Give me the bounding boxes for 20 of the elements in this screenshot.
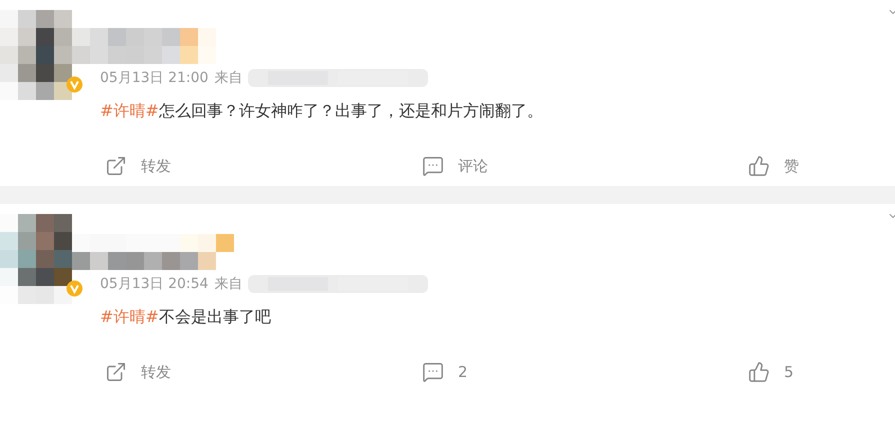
repost-button[interactable]: 转发 — [105, 155, 171, 177]
source-label: 来自 — [214, 69, 242, 87]
hashtag-link[interactable]: #许晴# — [100, 101, 159, 120]
post-time: 05月13日 20:54 — [100, 275, 208, 293]
post-time: 05月13日 21:00 — [100, 69, 208, 87]
comment-button[interactable]: 评论 — [422, 155, 488, 177]
hashtag-link[interactable]: #许晴# — [100, 307, 159, 326]
share-icon — [105, 155, 127, 177]
comment-icon — [422, 361, 444, 383]
like-button[interactable]: 赞 — [748, 155, 799, 177]
post-text: #许晴#不会是出事了吧 — [100, 306, 272, 328]
thumbs-up-icon — [748, 155, 770, 177]
share-icon — [105, 361, 127, 383]
like-button[interactable]: 5 — [748, 361, 794, 383]
source-label: 来自 — [214, 275, 242, 293]
repost-button[interactable]: 转发 — [105, 361, 171, 383]
post-text: #许晴#怎么回事？许女神咋了？出事了，还是和片方闹翻了。 — [100, 100, 544, 122]
comment-icon — [422, 155, 444, 177]
thumbs-up-icon — [748, 361, 770, 383]
comment-button[interactable]: 2 — [422, 361, 468, 383]
